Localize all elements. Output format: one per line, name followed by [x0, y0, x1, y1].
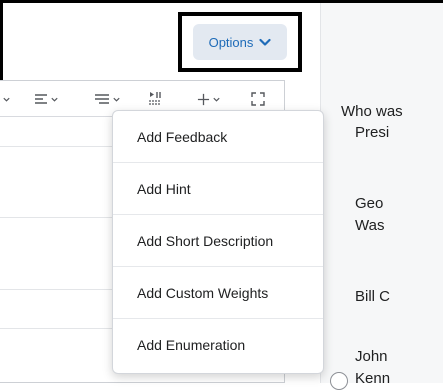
preview-choice-1-line-2: Was [355, 217, 385, 234]
preview-choice-3-line-2: Kenn [355, 370, 391, 387]
align-dropdown-button[interactable] [34, 88, 59, 110]
special-char-icon [149, 92, 161, 105]
align-icon [35, 94, 47, 104]
menu-item-label: Add Short Description [137, 232, 274, 249]
menu-item-label: Add Hint [137, 180, 191, 197]
menu-item-add-short-description[interactable]: Add Short Description [113, 215, 323, 267]
preview-choice-1-line-1: Geo [355, 195, 384, 212]
format-dropdown-button[interactable] [2, 88, 11, 110]
menu-item-label: Add Custom Weights [137, 284, 269, 301]
list-dropdown-button[interactable] [94, 88, 121, 110]
insert-plus-icon [197, 93, 210, 105]
preview-question-line-2: Presi [355, 124, 390, 141]
insert-dropdown-button[interactable] [197, 88, 221, 110]
menu-item-label: Add Enumeration [137, 337, 246, 353]
options-button-label: Options [208, 34, 254, 50]
chevron-down-icon [3, 97, 10, 102]
fullscreen-icon [251, 92, 265, 106]
chevron-down-icon [113, 97, 120, 102]
preview-choice-2: Bill C [355, 288, 391, 305]
chevron-down-icon [259, 38, 272, 46]
chevron-down-icon [51, 97, 58, 102]
menu-item-add-enumeration[interactable]: Add Enumeration [113, 319, 323, 371]
menu-item-add-feedback[interactable]: Add Feedback [113, 111, 323, 163]
preview-choice-3-radio[interactable] [330, 372, 348, 390]
options-dropdown-menu: Add Feedback Add Hint Add Short Descript… [112, 110, 324, 374]
preview-choice-3-line-1: John [355, 348, 388, 365]
menu-item-label: Add Feedback [137, 128, 228, 145]
fullscreen-button[interactable] [251, 88, 265, 110]
list-icon [95, 94, 109, 104]
special-character-button[interactable] [148, 88, 162, 110]
chevron-down-icon [213, 97, 220, 102]
preview-question-line-1: Who was [341, 103, 403, 120]
menu-item-add-custom-weights[interactable]: Add Custom Weights [113, 267, 323, 319]
options-button[interactable]: Options [193, 24, 287, 60]
question-preview-panel: Who was Presi Geo Was Bill C John Kenn [320, 3, 443, 387]
menu-item-add-hint[interactable]: Add Hint [113, 163, 323, 215]
